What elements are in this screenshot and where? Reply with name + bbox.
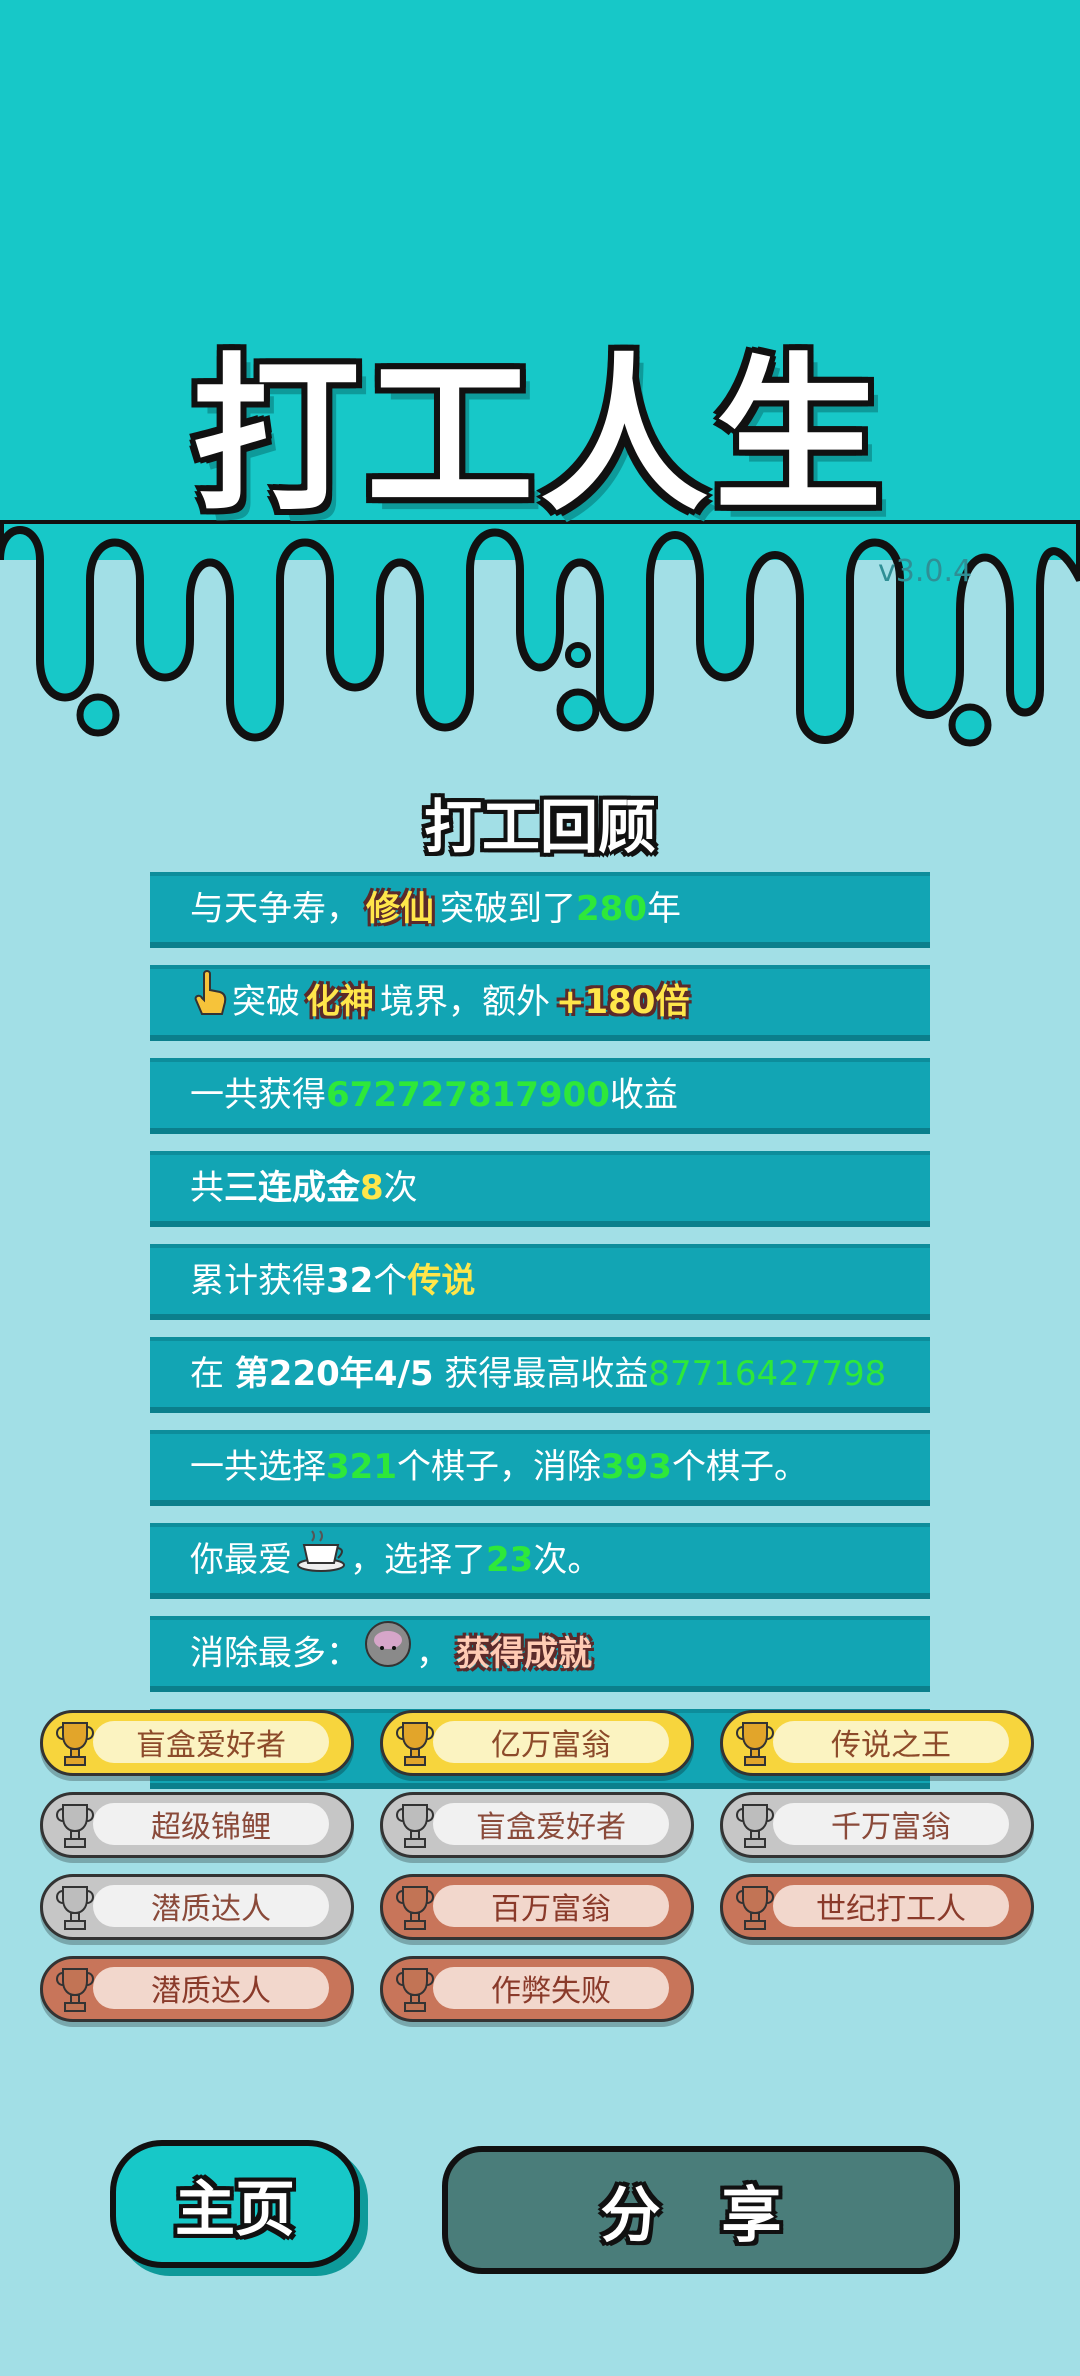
review-row-pieces: 一共选择321个棋子，消除393个棋子。 [150,1430,930,1506]
achievement-label: 世纪打工人 [773,1885,1009,1927]
review-row-realm: 突破 化神 境界，额外 +180倍 [150,965,930,1041]
achievement-label: 盲盒爱好者 [433,1803,669,1845]
achievement-label: 潜质达人 [93,1967,329,2009]
row-text: 与天争寿， [190,889,360,929]
review-title: 打工回顾 [423,793,656,861]
trophy-icon [735,1883,775,1937]
row-text: 你最爱 [190,1540,292,1580]
achievement-badge: 盲盒爱好者 [40,1710,354,1776]
row-text: 个棋子，消除 [396,1447,601,1487]
review-row-income: 一共获得672727817900收益 [150,1058,930,1134]
row-highlight: 修仙 [366,889,434,929]
row-number: 672727817900 [326,1075,610,1115]
achievement-badge: 潜质达人 [40,1874,354,1940]
row-text: 消除最多： [190,1633,360,1674]
row-number: 32 [326,1261,374,1301]
row-number: 393 [600,1447,672,1487]
review-row-lifespan: 与天争寿， 修仙 突破到了280年 [150,872,930,948]
row-number: 321 [326,1447,397,1487]
trophy-icon [55,1719,95,1773]
achievement-badge: 世纪打工人 [720,1874,1034,1940]
row-number: 87716427798 [648,1354,887,1394]
row-text: 突破到了 [440,889,576,929]
row-number: 23 [486,1540,534,1580]
achievement-label: 超级锦鲤 [93,1803,329,1845]
trophy-icon [55,1965,95,2019]
trophy-icon [395,1719,435,1773]
row-text: 一共获得 [190,1075,326,1115]
trophy-icon [735,1801,775,1855]
achievement-label: 亿万富翁 [433,1721,669,1763]
row-text: 获得最高收益 [433,1354,649,1394]
achievement-badge: 潜质达人 [40,1956,354,2022]
trophy-icon [395,1801,435,1855]
row-text: 一共选择 [190,1447,326,1487]
achievement-badge: 超级锦鲤 [40,1792,354,1858]
row-text: ， [416,1633,450,1674]
home-button[interactable]: 主页 [110,2140,360,2268]
row-text: 境界，额外 [380,982,550,1022]
row-highlight: +180倍 [556,982,690,1022]
row-highlight: 传说 [407,1261,476,1301]
row-text: ，选择了 [350,1540,486,1580]
row-number: 280 [576,889,647,929]
row-highlight: 获得成就 [456,1633,592,1674]
row-text: 年 [646,889,681,929]
trophy-icon [395,1883,435,1937]
row-text: 收益 [609,1075,678,1115]
row-text: 在 [190,1354,235,1394]
achievement-badge: 传说之王 [720,1710,1034,1776]
row-bold: 三连成金 [224,1168,360,1208]
achievement-label: 千万富翁 [773,1803,1009,1845]
achievement-badge: 盲盒爱好者 [380,1792,694,1858]
row-text: 共 [190,1168,224,1208]
row-text: 个棋子。 [671,1447,808,1487]
achievement-badge: 千万富翁 [720,1792,1034,1858]
row-text: 突破 [232,982,300,1022]
trophy-icon [735,1719,775,1773]
trophy-icon [55,1883,95,1937]
review-row-triple: 共三连成金8次 [150,1151,930,1227]
review-row-max-income: 在 第220年4/5 获得最高收益87716427798 [150,1337,930,1413]
app-title: 打工人生 [192,338,888,534]
review-row-most-cleared: 消除最多： ，获得成就 [150,1616,930,1692]
achievement-label: 盲盒爱好者 [93,1721,329,1763]
coffee-cup-icon [296,1529,346,1595]
review-row-favorite: 你最爱 ，选择了23次。 [150,1523,930,1599]
trophy-icon [395,1965,435,2019]
achievement-label: 作弊失败 [433,1967,669,2009]
achievement-badge: 作弊失败 [380,1956,694,2022]
share-button[interactable]: 分 享 [442,2146,960,2274]
version-label: v3.0.4 [878,554,973,589]
review-row-legend: 累计获得32个传说 [150,1244,930,1320]
row-bold: 第220年4/5 [234,1354,434,1394]
row-text: 次。 [533,1540,602,1580]
row-text: 累计获得 [190,1261,326,1301]
row-number: 8 [360,1168,384,1208]
achievement-label: 潜质达人 [93,1885,329,1927]
achievement-label: 百万富翁 [433,1885,669,1927]
achievement-badge: 亿万富翁 [380,1710,694,1776]
chess-piece-icon [364,1620,412,1690]
achievement-label: 传说之王 [773,1721,1009,1763]
achievement-badge: 百万富翁 [380,1874,694,1940]
row-highlight: 化神 [306,982,374,1022]
trophy-icon [55,1801,95,1855]
row-text: 个 [373,1261,408,1301]
pointing-hand-icon [192,969,228,1038]
row-text: 次 [383,1168,418,1208]
